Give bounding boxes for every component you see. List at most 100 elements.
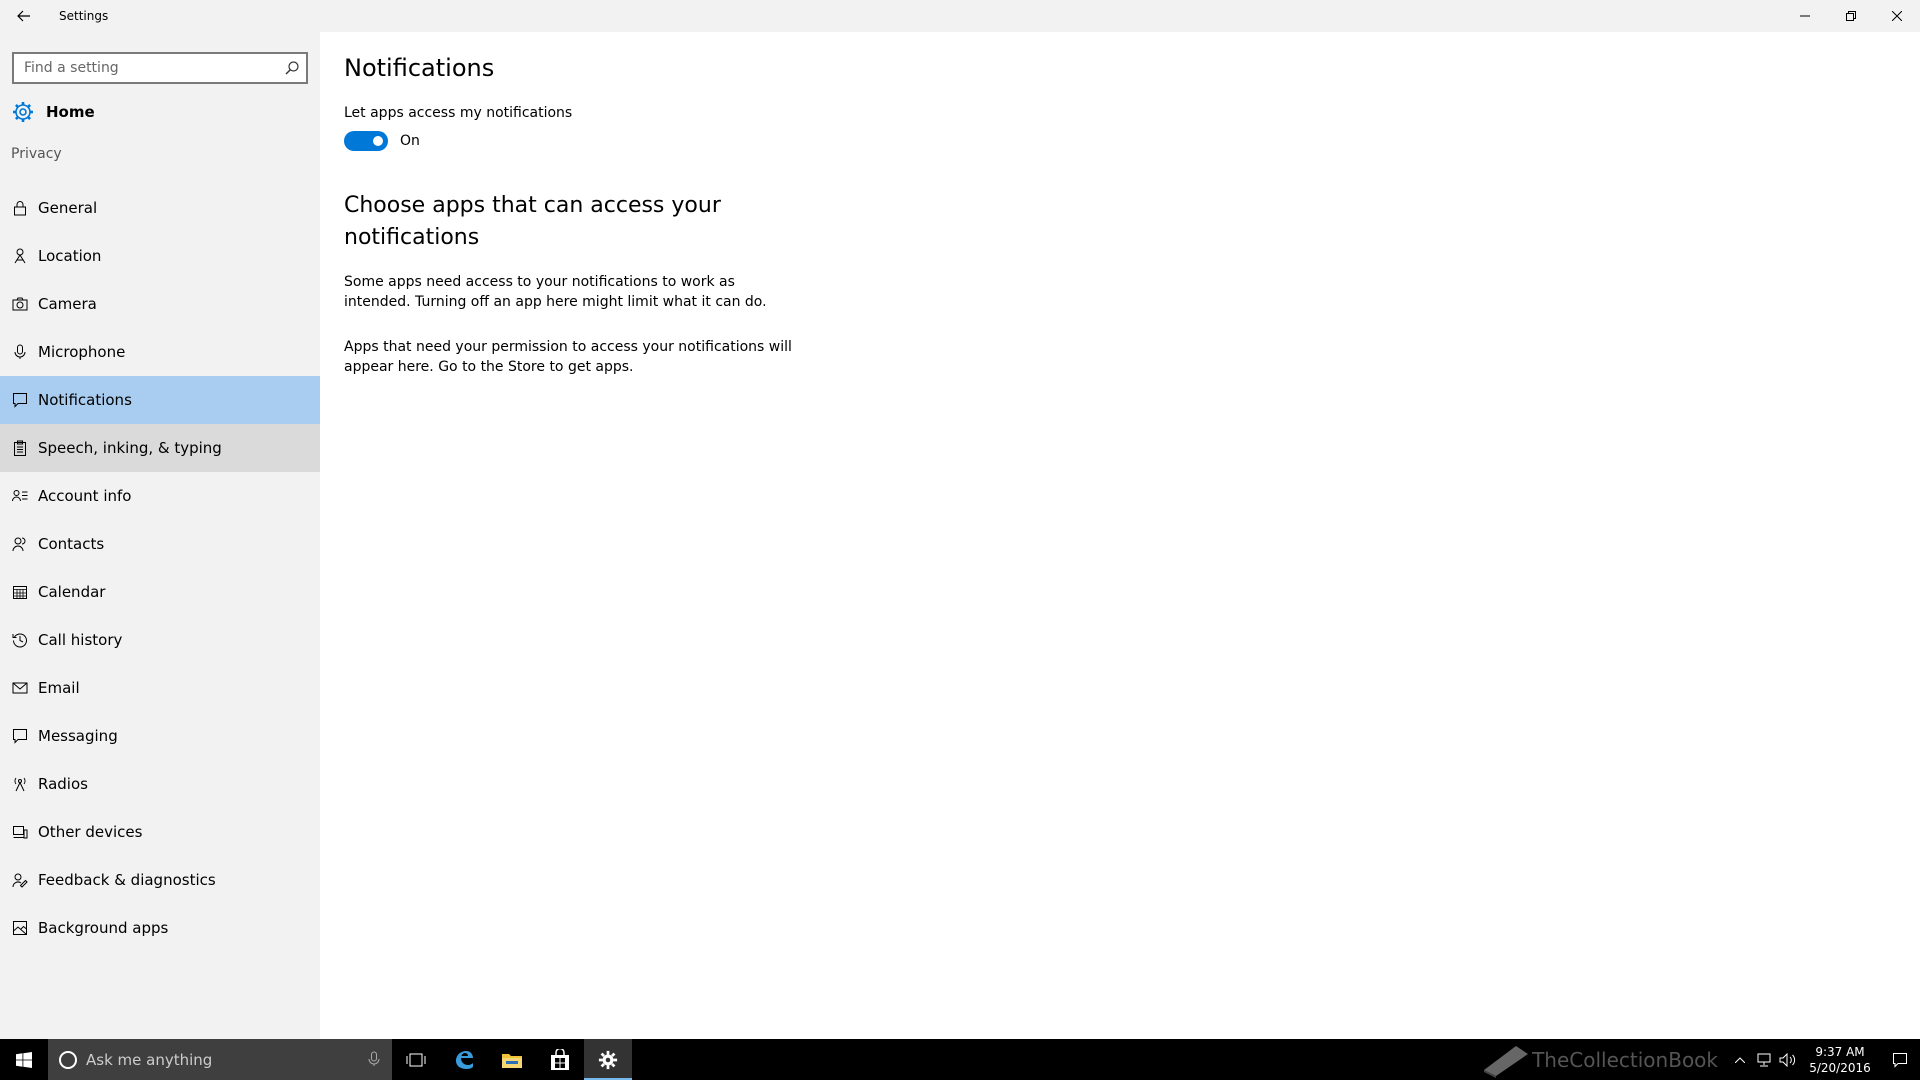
sidebar-item-label: Feedback & diagnostics [38,871,216,889]
section-title: Choose apps that can access your notific… [344,193,721,250]
book-logo-icon [1484,1045,1529,1078]
sidebar-item-camera[interactable]: Camera [0,280,320,328]
cortana-search-placeholder: Ask me anything [86,1050,213,1069]
privacy-nav-list: General Location Camera Microphone Notif… [0,184,320,952]
email-icon [0,682,38,694]
search-input[interactable] [14,54,278,82]
system-tray: TheCollectionBook 9:37 AM 5/20/2016 [1480,1039,1920,1080]
task-view-icon [406,1053,426,1066]
feedback-icon [0,872,38,888]
sidebar-item-account-info[interactable]: Account info [0,472,320,520]
lock-icon [0,200,38,216]
sidebar-item-label: Contacts [38,535,105,553]
sidebar-item-label: Call history [38,631,123,649]
search-box [12,52,308,84]
sidebar-item-feedback-diagnostics[interactable]: Feedback & diagnostics [0,856,320,904]
sidebar-item-contacts[interactable]: Contacts [0,520,320,568]
sidebar-item-label: Account info [38,487,132,505]
sidebar-item-label: Radios [38,775,88,793]
microphone-icon[interactable] [368,1051,380,1071]
sidebar-item-label: Location [38,247,102,265]
sidebar-item-messaging[interactable]: Messaging [0,712,320,760]
title-bar: Settings [0,0,1920,32]
message-icon [0,728,38,744]
clock[interactable]: 9:37 AM 5/20/2016 [1800,1044,1880,1076]
notifications-access-toggle[interactable] [344,131,388,151]
clock-time: 9:37 AM [1815,1044,1865,1059]
radio-tower-icon [0,776,38,792]
action-center-icon [1893,1052,1907,1068]
sidebar-item-label: Other devices [38,823,143,841]
window-title: Settings [59,9,109,23]
sidebar-item-label: Email [38,679,80,697]
back-button[interactable] [0,0,48,32]
background-apps-icon [0,920,38,936]
folder-icon [502,1053,522,1068]
store-bag-icon [551,1048,569,1070]
home-label: Home [46,103,95,121]
sidebar-item-call-history[interactable]: Call history [0,616,320,664]
calendar-icon [0,584,38,600]
watermark-text: TheCollectionBook [1532,1047,1718,1072]
page-title: Notifications [344,54,495,82]
home-button[interactable]: Home [0,92,320,132]
gear-icon [0,101,46,123]
volume-icon[interactable] [1776,1052,1800,1067]
taskbar-app-settings[interactable] [584,1039,632,1080]
clipboard-icon [0,440,38,456]
sidebar-item-label: Background apps [38,919,169,937]
show-hidden-icons-button[interactable] [1728,1056,1752,1063]
toggle-state-label: On [400,133,420,149]
sidebar-item-label: Notifications [38,391,132,409]
watermark: TheCollectionBook [1480,1042,1718,1078]
windows-logo-icon [16,1051,32,1068]
clock-date: 5/20/2016 [1809,1060,1871,1075]
close-button[interactable] [1874,0,1920,32]
notification-icon [0,392,38,408]
chevron-up-icon [1735,1056,1745,1063]
sidebar-item-background-apps[interactable]: Background apps [0,904,320,952]
taskbar-app-store[interactable] [536,1039,584,1080]
minimize-icon [1800,15,1810,17]
sidebar-item-calendar[interactable]: Calendar [0,568,320,616]
taskbar-app-file-explorer[interactable] [488,1039,536,1080]
network-icon[interactable] [1752,1053,1776,1067]
search-icon[interactable] [278,54,306,82]
minimize-button[interactable] [1782,0,1828,32]
sidebar-item-other-devices[interactable]: Other devices [0,808,320,856]
contacts-icon [0,536,38,552]
empty-state-paragraph: Apps that need your permission to access… [344,339,792,375]
cortana-search-box[interactable]: Ask me anything [48,1039,392,1080]
cortana-icon [59,1050,77,1069]
sidebar-item-label: Messaging [38,727,118,745]
sidebar-item-label: Calendar [38,583,106,601]
start-button[interactable] [0,1039,48,1080]
description-paragraph: Some apps need access to your notificati… [344,274,767,310]
sidebar-item-label: General [38,199,98,217]
back-arrow-icon [17,10,30,22]
restore-button[interactable] [1828,0,1874,32]
task-view-button[interactable] [392,1039,440,1080]
camera-icon [0,297,38,311]
sidebar-item-speech-inking-typing[interactable]: Speech, inking, & typing [0,424,320,472]
sidebar-item-radios[interactable]: Radios [0,760,320,808]
sidebar-item-label: Camera [38,295,97,313]
main-content: Notifications Let apps access my notific… [320,32,1920,1039]
sidebar-item-email[interactable]: Email [0,664,320,712]
sidebar-item-notifications[interactable]: Notifications [0,376,320,424]
restore-icon [1846,11,1856,21]
sidebar-item-general[interactable]: General [0,184,320,232]
taskbar-app-edge[interactable] [440,1039,488,1080]
gear-icon [598,1050,618,1069]
close-icon [1892,11,1902,21]
sidebar-item-microphone[interactable]: Microphone [0,328,320,376]
action-center-button[interactable] [1880,1052,1920,1068]
microphone-icon [0,344,38,360]
sidebar-item-label: Speech, inking, & typing [38,439,222,457]
sidebar-item-label: Microphone [38,343,126,361]
taskbar: Ask me anything TheCollectionBook 9:37 A… [0,1039,1920,1080]
notifications-access-toggle-row: On [344,131,420,151]
location-icon [0,248,38,264]
privacy-group-label: Privacy [11,146,62,162]
sidebar-item-location[interactable]: Location [0,232,320,280]
